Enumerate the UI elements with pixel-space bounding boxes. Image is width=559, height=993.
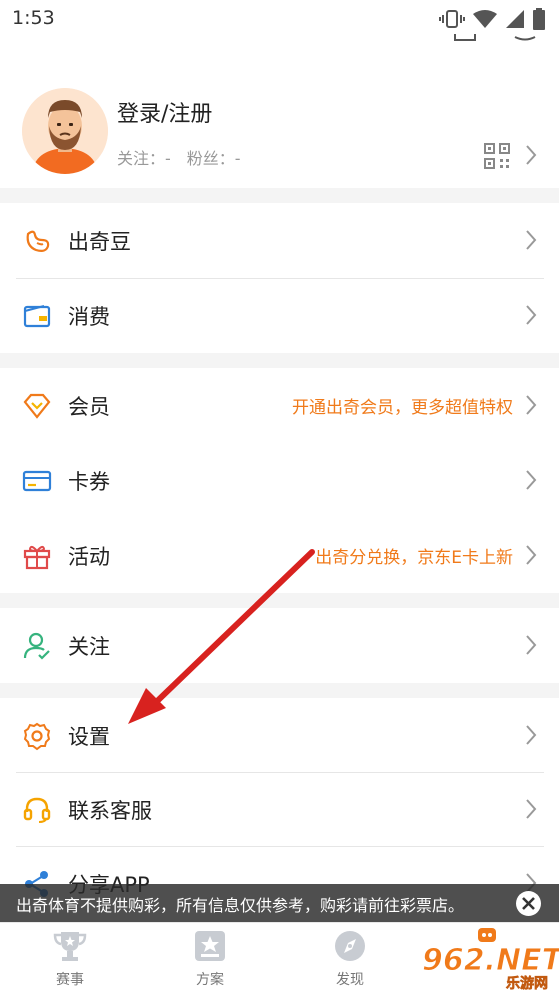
toast-close-button[interactable] [516, 891, 541, 916]
gear-icon [23, 722, 51, 751]
status-icons [439, 8, 545, 30]
menu-item-settings[interactable]: 设置 [0, 698, 559, 773]
battery-icon [533, 8, 545, 30]
chevron-right-icon [526, 470, 537, 490]
tab-discover[interactable]: 发现 [305, 929, 395, 989]
tab-label-matches: 赛事 [56, 972, 84, 988]
menu-label-settings: 设置 [68, 725, 110, 749]
menu-item-consume[interactable]: 消费 [0, 278, 559, 353]
menu-item-follow[interactable]: 关注 [0, 608, 559, 683]
menu-label-consume: 消费 [68, 305, 110, 329]
chevron-right-icon [526, 799, 537, 819]
wifi-icon [473, 10, 497, 28]
section-follow: 关注 [0, 608, 559, 683]
close-icon [522, 897, 535, 910]
wallet-icon [23, 305, 51, 328]
chevron-right-icon [526, 635, 537, 655]
menu-label-coins: 出奇豆 [68, 230, 131, 254]
menu-item-support[interactable]: 联系客服 [0, 772, 559, 847]
headset-icon [23, 797, 51, 823]
menu-label-coupons: 卡券 [68, 470, 110, 494]
edit-icon[interactable] [453, 34, 477, 42]
qr-code-icon[interactable] [484, 143, 510, 169]
vibrate-icon [439, 10, 465, 28]
member-promo-text: 开通出奇会员，更多超值特权 [292, 398, 513, 418]
menu-item-coupons[interactable]: 卡券 [0, 443, 559, 518]
plan-star-icon [195, 931, 225, 961]
user-check-icon [23, 632, 50, 660]
profile-chevron-icon[interactable] [524, 144, 538, 166]
settings-top-icon[interactable] [513, 34, 537, 42]
tab-label-plans: 方案 [196, 972, 224, 988]
diamond-icon [23, 393, 51, 419]
section-wallet: 出奇豆 消费 [0, 203, 559, 353]
disclaimer-toast: 出奇体育不提供购彩，所有信息仅供参考，购彩请前往彩票店。 [0, 884, 559, 922]
follow-count[interactable]: 关注：- [117, 145, 171, 169]
avatar-illustration [22, 88, 108, 174]
compass-icon [335, 931, 365, 961]
bean-icon [26, 230, 50, 252]
section-member: 会员 开通出奇会员，更多超值特权 卡券 活动 出奇分兑换，京东E卡上新 [0, 368, 559, 593]
watermark-subtext: 乐游网 [506, 975, 548, 992]
menu-item-coins[interactable]: 出奇豆 [0, 203, 559, 278]
header-top-icons [453, 34, 537, 42]
tab-label-discover: 发现 [336, 972, 364, 988]
menu-label-follow: 关注 [68, 635, 110, 659]
menu-item-events[interactable]: 活动 出奇分兑换，京东E卡上新 [0, 518, 559, 593]
tab-plans[interactable]: 方案 [165, 929, 255, 989]
menu-label-support: 联系客服 [68, 799, 152, 823]
chevron-right-icon [526, 395, 537, 415]
chevron-right-icon [526, 305, 537, 325]
gift-icon [23, 545, 51, 570]
chevron-right-icon [526, 725, 537, 745]
menu-label-member: 会员 [68, 395, 110, 419]
trophy-icon [53, 932, 87, 961]
chevron-right-icon [526, 545, 537, 565]
site-watermark-logo: 962.NET 乐游网 [422, 928, 559, 992]
fans-count[interactable]: 粉丝：- [187, 145, 241, 169]
menu-label-events: 活动 [68, 545, 110, 569]
login-register-link[interactable]: 登录/注册 [117, 96, 212, 128]
follow-stats: 关注：- 粉丝：- [117, 145, 241, 169]
profile-header: 登录/注册 关注：- 粉丝：- [0, 34, 559, 188]
signal-icon [506, 10, 524, 28]
card-icon [22, 470, 52, 492]
events-promo-text: 出奇分兑换，京东E卡上新 [315, 548, 513, 568]
watermark-text: 962.NET [422, 943, 559, 978]
toast-text: 出奇体育不提供购彩，所有信息仅供参考，购彩请前往彩票店。 [16, 896, 465, 915]
avatar[interactable] [22, 88, 108, 174]
status-time: 1:53 [12, 7, 55, 29]
tab-matches[interactable]: 赛事 [25, 929, 115, 989]
chevron-right-icon [526, 230, 537, 250]
menu-item-member[interactable]: 会员 开通出奇会员，更多超值特权 [0, 368, 559, 443]
